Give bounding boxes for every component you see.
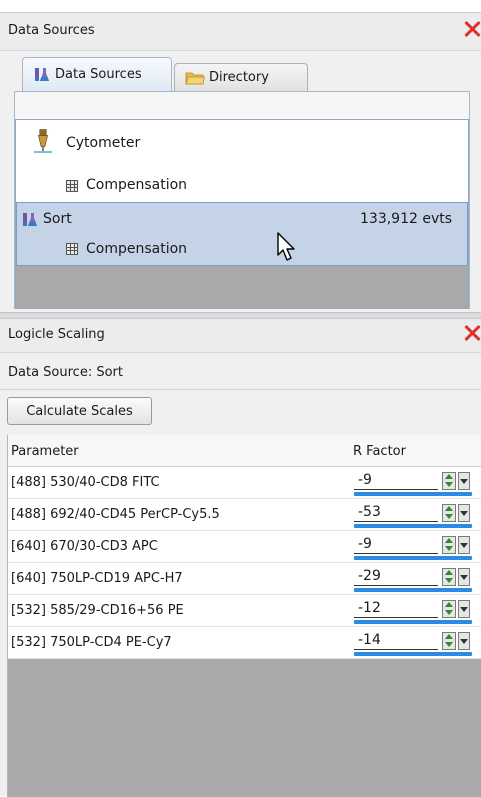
tree-item-sort[interactable]: Sort 133,912 evts — [17, 206, 469, 234]
tab-label: Directory — [209, 70, 269, 85]
cytometer-icon — [33, 129, 53, 153]
spin-bar — [354, 588, 472, 592]
tree-item-cytometer[interactable]: Cytometer — [16, 129, 468, 158]
data-sources-panel: Data Sources Data Sources Directory Cyto… — [0, 12, 481, 312]
logicle-header: Logicle Scaling — [0, 319, 481, 353]
r-factor-input[interactable]: -29 — [354, 568, 438, 586]
spin-up-down-icon[interactable] — [442, 632, 456, 650]
chevron-down-icon[interactable] — [458, 504, 470, 522]
r-factor-spinner[interactable]: -9 — [354, 469, 472, 496]
spin-bar — [354, 524, 472, 528]
parameter-name: [488] 530/40-CD8 FITC — [11, 475, 160, 490]
selected-sort-item[interactable]: Sort 133,912 evts Compensation — [16, 202, 468, 266]
event-count: 133,912 evts — [360, 211, 453, 227]
table-row[interactable]: [532] 585/29-CD16+56 PE -12 — [8, 595, 481, 627]
r-factor-input[interactable]: -9 — [354, 472, 438, 490]
r-factor-input[interactable]: -53 — [354, 504, 438, 522]
r-factor-input[interactable]: -14 — [354, 632, 438, 650]
tree-item-sort-compensation[interactable]: Compensation — [17, 236, 469, 264]
top-gap — [0, 0, 481, 12]
parameter-table: Parameter R Factor [488] 530/40-CD8 FITC… — [7, 435, 481, 797]
column-header-parameter[interactable]: Parameter — [11, 444, 79, 459]
parameter-name: [640] 670/30-CD3 APC — [11, 539, 158, 554]
parameter-name: [532] 585/29-CD16+56 PE — [11, 603, 184, 618]
table-row[interactable]: [640] 670/30-CD3 APC -9 — [8, 531, 481, 563]
table-header: Parameter R Factor — [8, 435, 481, 467]
spin-bar — [354, 556, 472, 560]
spin-bar — [354, 652, 472, 656]
calculate-scales-button[interactable]: Calculate Scales — [7, 397, 152, 425]
r-factor-input[interactable]: -9 — [354, 536, 438, 554]
tree-item-cytometer-compensation[interactable]: Compensation — [16, 172, 468, 200]
chevron-down-icon[interactable] — [458, 600, 470, 618]
grid-icon — [66, 180, 78, 192]
parameter-name: [488] 692/40-CD45 PerCP-Cy5.5 — [11, 507, 220, 522]
r-factor-spinner[interactable]: -14 — [354, 629, 472, 656]
data-source-label: Data Source: Sort — [8, 365, 123, 380]
spin-up-down-icon[interactable] — [442, 536, 456, 554]
divider — [0, 389, 481, 390]
spin-up-down-icon[interactable] — [442, 504, 456, 522]
chevron-down-icon[interactable] — [458, 568, 470, 586]
r-factor-spinner[interactable]: -53 — [354, 501, 472, 528]
spin-up-down-icon[interactable] — [442, 472, 456, 490]
table-row[interactable]: [640] 750LP-CD19 APC-H7 -29 — [8, 563, 481, 595]
tree-item-label: Compensation — [86, 177, 188, 193]
r-factor-spinner[interactable]: -12 — [354, 597, 472, 624]
column-header-r-factor[interactable]: R Factor — [353, 444, 406, 459]
panel-title: Logicle Scaling — [8, 327, 105, 342]
data-source-tree: Cytometer Compensation Sort 133,912 evts… — [15, 119, 469, 309]
chevron-down-icon[interactable] — [458, 472, 470, 490]
logicle-scaling-panel: Logicle Scaling Data Source: Sort Calcul… — [0, 318, 481, 797]
tree-empty-area — [16, 266, 468, 308]
flask-icon — [35, 67, 49, 81]
r-factor-spinner[interactable]: -9 — [354, 533, 472, 560]
parameter-name: [640] 750LP-CD19 APC-H7 — [11, 571, 183, 586]
flask-icon — [23, 213, 37, 226]
panel-title: Data Sources — [8, 23, 95, 38]
parameter-name: [532] 750LP-CD4 PE-Cy7 — [11, 635, 172, 650]
close-icon[interactable] — [463, 319, 481, 347]
r-factor-spinner[interactable]: -29 — [354, 565, 472, 592]
spin-up-down-icon[interactable] — [442, 568, 456, 586]
tree-item-label: Sort — [43, 211, 72, 227]
spin-up-down-icon[interactable] — [442, 600, 456, 618]
mouse-pointer-icon — [277, 232, 295, 261]
spin-bar — [354, 620, 472, 624]
data-sources-header: Data Sources — [0, 13, 481, 51]
folder-icon — [185, 72, 205, 84]
tab-directory[interactable]: Directory — [174, 63, 308, 91]
chevron-down-icon[interactable] — [458, 536, 470, 554]
r-factor-input[interactable]: -12 — [354, 600, 438, 618]
table-row[interactable]: [532] 750LP-CD4 PE-Cy7 -14 — [8, 627, 481, 659]
tab-label: Data Sources — [55, 67, 142, 82]
tree-item-label: Compensation — [86, 241, 188, 257]
chevron-down-icon[interactable] — [458, 632, 470, 650]
spin-bar — [354, 492, 472, 496]
table-row[interactable]: [488] 692/40-CD45 PerCP-Cy5.5 -53 — [8, 499, 481, 531]
tree-item-label: Cytometer — [66, 135, 141, 151]
close-icon[interactable] — [463, 15, 481, 43]
grid-icon — [66, 243, 78, 255]
table-row[interactable]: [488] 530/40-CD8 FITC -9 — [8, 467, 481, 499]
tab-data-sources[interactable]: Data Sources — [22, 57, 172, 91]
